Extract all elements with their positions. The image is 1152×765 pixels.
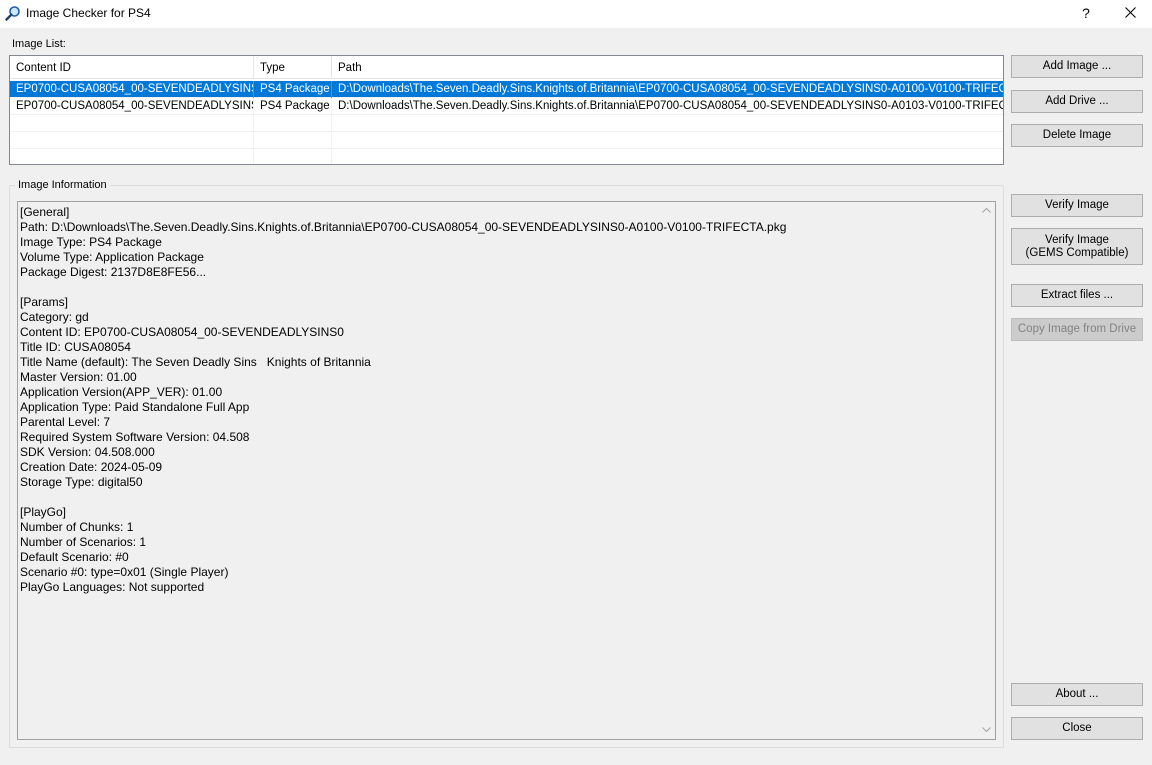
chevron-down-icon[interactable] [978,722,995,739]
info-line: Package Digest: 2137D8E8FE56... [20,265,207,279]
close-icon [1125,7,1136,18]
image-list-label: Image List: [12,38,66,50]
cell-path: D:\Downloads\The.Seven.Deadly.Sins.Knigh… [338,100,1003,112]
column-header-path[interactable]: Path [332,56,1003,79]
image-list-row[interactable]: EP0700-CUSA08054_00-SEVENDEADLYSINS0 PS4… [10,81,1003,98]
column-header-type[interactable]: Type [254,56,332,79]
info-line: [General] [20,205,70,219]
cell-content-id: EP0700-CUSA08054_00-SEVENDEADLYSINS0 [10,81,254,98]
info-line: Default Scenario: #0 [20,550,129,564]
empty-cell [10,115,254,132]
cell-type: PS4 Package [254,81,332,98]
info-line: [PlayGo] [20,505,67,519]
info-line: Parental Level: 7 [20,415,111,429]
image-list-header: Content ID Type Path [10,56,1003,79]
copy-image-from-drive-button[interactable]: Copy Image from Drive [1011,318,1143,341]
empty-cell [254,132,332,149]
verify-image-button[interactable]: Verify Image [1011,194,1143,217]
verify-image-gems-button[interactable]: Verify Image (GEMS Compatible) [1011,228,1143,265]
empty-row [10,149,1003,164]
empty-cell [254,115,332,132]
chevron-up-icon[interactable] [978,202,995,219]
cell-path: D:\Downloads\The.Seven.Deadly.Sins.Knigh… [338,83,1003,95]
add-drive-button[interactable]: Add Drive ... [1011,90,1143,113]
empty-row [10,115,1003,132]
info-lines: [General] Path: D:\Downloads\The.Seven.De… [20,205,975,595]
info-line: Image Type: PS4 Package [20,235,162,249]
info-line: Master Version: 01.00 [20,370,137,384]
cell-type: PS4 Package [254,98,332,115]
empty-row [10,132,1003,149]
info-line: Scenario #0: type=0x01 (Single Player) [20,565,229,579]
info-line: Storage Type: digital50 [20,475,143,489]
magnifier-icon [5,6,20,21]
info-line: Volume Type: Application Package [20,250,204,264]
image-information-label: Image Information [15,179,110,191]
info-line: Required System Software Version: 04.508 [20,430,250,444]
info-line: Content ID: EP0700-CUSA08054_00-SEVENDEA… [20,325,344,339]
image-list[interactable]: Content ID Type Path EP0700-CUSA08054_00… [9,55,1004,165]
info-line [20,490,975,505]
info-line: Creation Date: 2024-05-09 [20,460,163,474]
about-button[interactable]: About ... [1011,683,1143,706]
info-line: Number of Scenarios: 1 [20,535,147,549]
empty-cell [10,149,254,164]
verify-gems-label-line1: Verify Image [1045,233,1109,246]
info-line [20,280,975,295]
info-line: Application Version(APP_VER): 01.00 [20,385,223,399]
verify-gems-label-line2: (GEMS Compatible) [1025,246,1129,259]
add-image-button[interactable]: Add Image ... [1011,55,1143,78]
info-line: Title Name (default): The Seven Deadly S… [20,355,371,369]
help-button[interactable]: ? [1064,0,1108,28]
empty-cell [10,132,254,149]
info-line: PlayGo Languages: Not supported [20,580,205,594]
empty-cell [254,149,332,164]
image-list-row[interactable]: EP0700-CUSA08054_00-SEVENDEADLYSINS0 PS4… [10,98,1003,115]
info-line: Path: D:\Downloads\The.Seven.Deadly.Sins… [20,220,787,234]
extract-files-button[interactable]: Extract files ... [1011,284,1143,307]
info-line: Title ID: CUSA08054 [20,340,131,354]
cell-content-id: EP0700-CUSA08054_00-SEVENDEADLYSINS0 [10,98,254,115]
info-line: Category: gd [20,310,89,324]
image-information-text[interactable]: [General] Path: D:\Downloads\The.Seven.De… [17,201,996,740]
info-line: [Params] [20,295,69,309]
delete-image-button[interactable]: Delete Image [1011,124,1143,147]
vertical-scrollbar[interactable] [978,202,995,739]
close-button[interactable]: Close [1011,717,1143,740]
window-close-button[interactable] [1108,0,1152,28]
column-header-content-id[interactable]: Content ID [10,56,254,79]
info-line: Application Type: Paid Standalone Full A… [20,400,250,414]
info-line: SDK Version: 04.508.000 [20,445,155,459]
title-bar: Image Checker for PS4 ? [0,0,1152,28]
info-line: Number of Chunks: 1 [20,520,134,534]
window-title: Image Checker for PS4 [26,6,151,20]
